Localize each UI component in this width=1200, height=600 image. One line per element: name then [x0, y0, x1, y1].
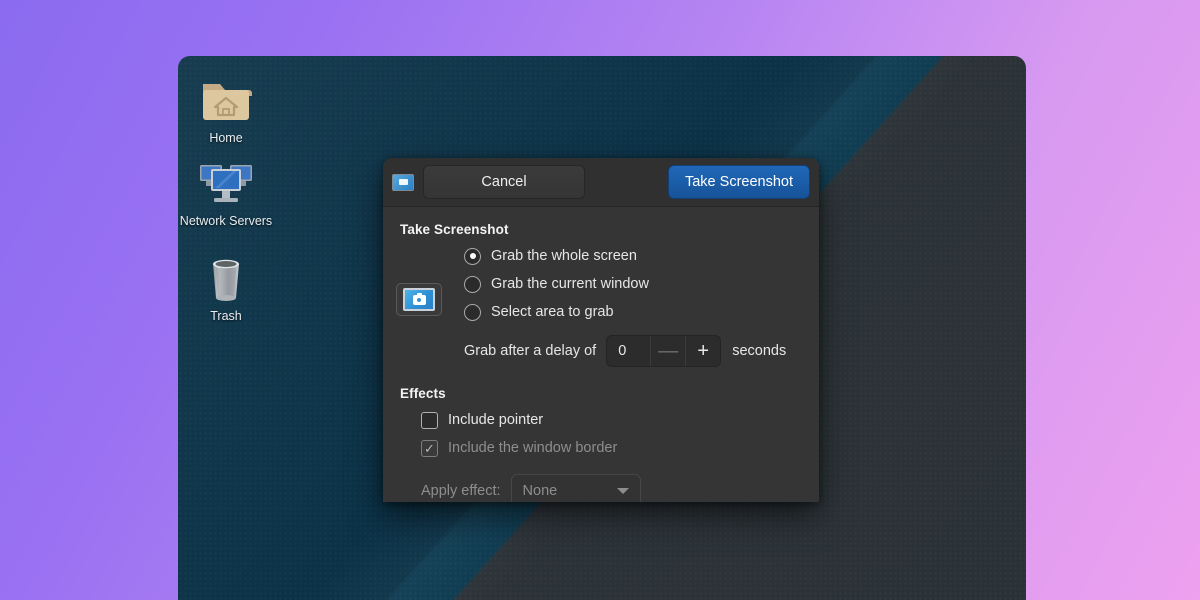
apply-effect-dropdown[interactable]: None: [511, 474, 641, 502]
radio-label: Grab the current window: [491, 276, 649, 292]
radio-label: Grab the whole screen: [491, 248, 637, 264]
grab-mode-radio-group: Grab the whole screen Grab the current w…: [400, 242, 802, 326]
include-window-border-checkbox-icon: ✓: [421, 440, 438, 457]
radio-row-select-area[interactable]: Select area to grab: [464, 298, 802, 326]
include-pointer-checkbox-icon[interactable]: [421, 412, 438, 429]
delay-spinbutton[interactable]: 0 — +: [606, 335, 721, 367]
radio-select-area-icon[interactable]: [464, 304, 481, 321]
cancel-button[interactable]: Cancel: [423, 165, 585, 199]
radio-row-whole-screen[interactable]: Grab the whole screen: [464, 242, 802, 270]
checkbox-label: Include the window border: [448, 440, 617, 456]
delay-unit-label: seconds: [732, 343, 786, 359]
effects-checkbox-group: Include pointer ✓ Include the window bor…: [400, 406, 802, 462]
dialog-content: Take Screenshot Grab the whole screen Gr…: [383, 207, 819, 502]
radio-whole-screen-icon[interactable]: [464, 248, 481, 265]
desktop-icon-label: Network Servers: [178, 214, 274, 229]
delay-row: Grab after a delay of 0 — + seconds: [400, 334, 802, 368]
dialog-headerbar: Cancel Take Screenshot: [383, 158, 819, 207]
apply-effect-label: Apply effect:: [421, 483, 501, 499]
take-screenshot-button[interactable]: Take Screenshot: [668, 165, 810, 199]
desktop-icon-trash[interactable]: Trash: [178, 246, 274, 324]
chevron-down-icon: [617, 488, 629, 494]
folder-home-icon: [178, 68, 274, 126]
network-servers-icon: [178, 151, 274, 209]
apply-effect-row: Apply effect: None: [400, 474, 802, 502]
radio-row-current-window[interactable]: Grab the current window: [464, 270, 802, 298]
take-screenshot-section-title: Take Screenshot: [400, 222, 802, 237]
delay-label: Grab after a delay of: [464, 343, 596, 359]
camera-preview-button[interactable]: [396, 283, 442, 316]
checkbox-row-include-pointer[interactable]: Include pointer: [421, 406, 802, 434]
delay-value[interactable]: 0: [607, 336, 650, 366]
trash-icon: [178, 246, 274, 304]
checkbox-row-include-window-border: ✓ Include the window border: [421, 434, 802, 462]
effects-section-title: Effects: [400, 386, 802, 401]
desktop-icon-label: Home: [178, 131, 274, 146]
delay-decrement-button[interactable]: —: [650, 336, 685, 366]
screenshot-app-icon: [392, 174, 414, 191]
desktop-icon-network-servers[interactable]: Network Servers: [178, 151, 274, 229]
delay-increment-button[interactable]: +: [685, 336, 720, 366]
camera-preview-icon: [403, 288, 435, 311]
desktop-icon-label: Trash: [178, 309, 274, 324]
screenshot-dialog: Cancel Take Screenshot Take Screenshot G…: [383, 158, 819, 502]
desktop-icon-home[interactable]: Home: [178, 68, 274, 146]
checkbox-label: Include pointer: [448, 412, 543, 428]
radio-label: Select area to grab: [491, 304, 614, 320]
radio-current-window-icon[interactable]: [464, 276, 481, 293]
apply-effect-value: None: [523, 483, 558, 499]
